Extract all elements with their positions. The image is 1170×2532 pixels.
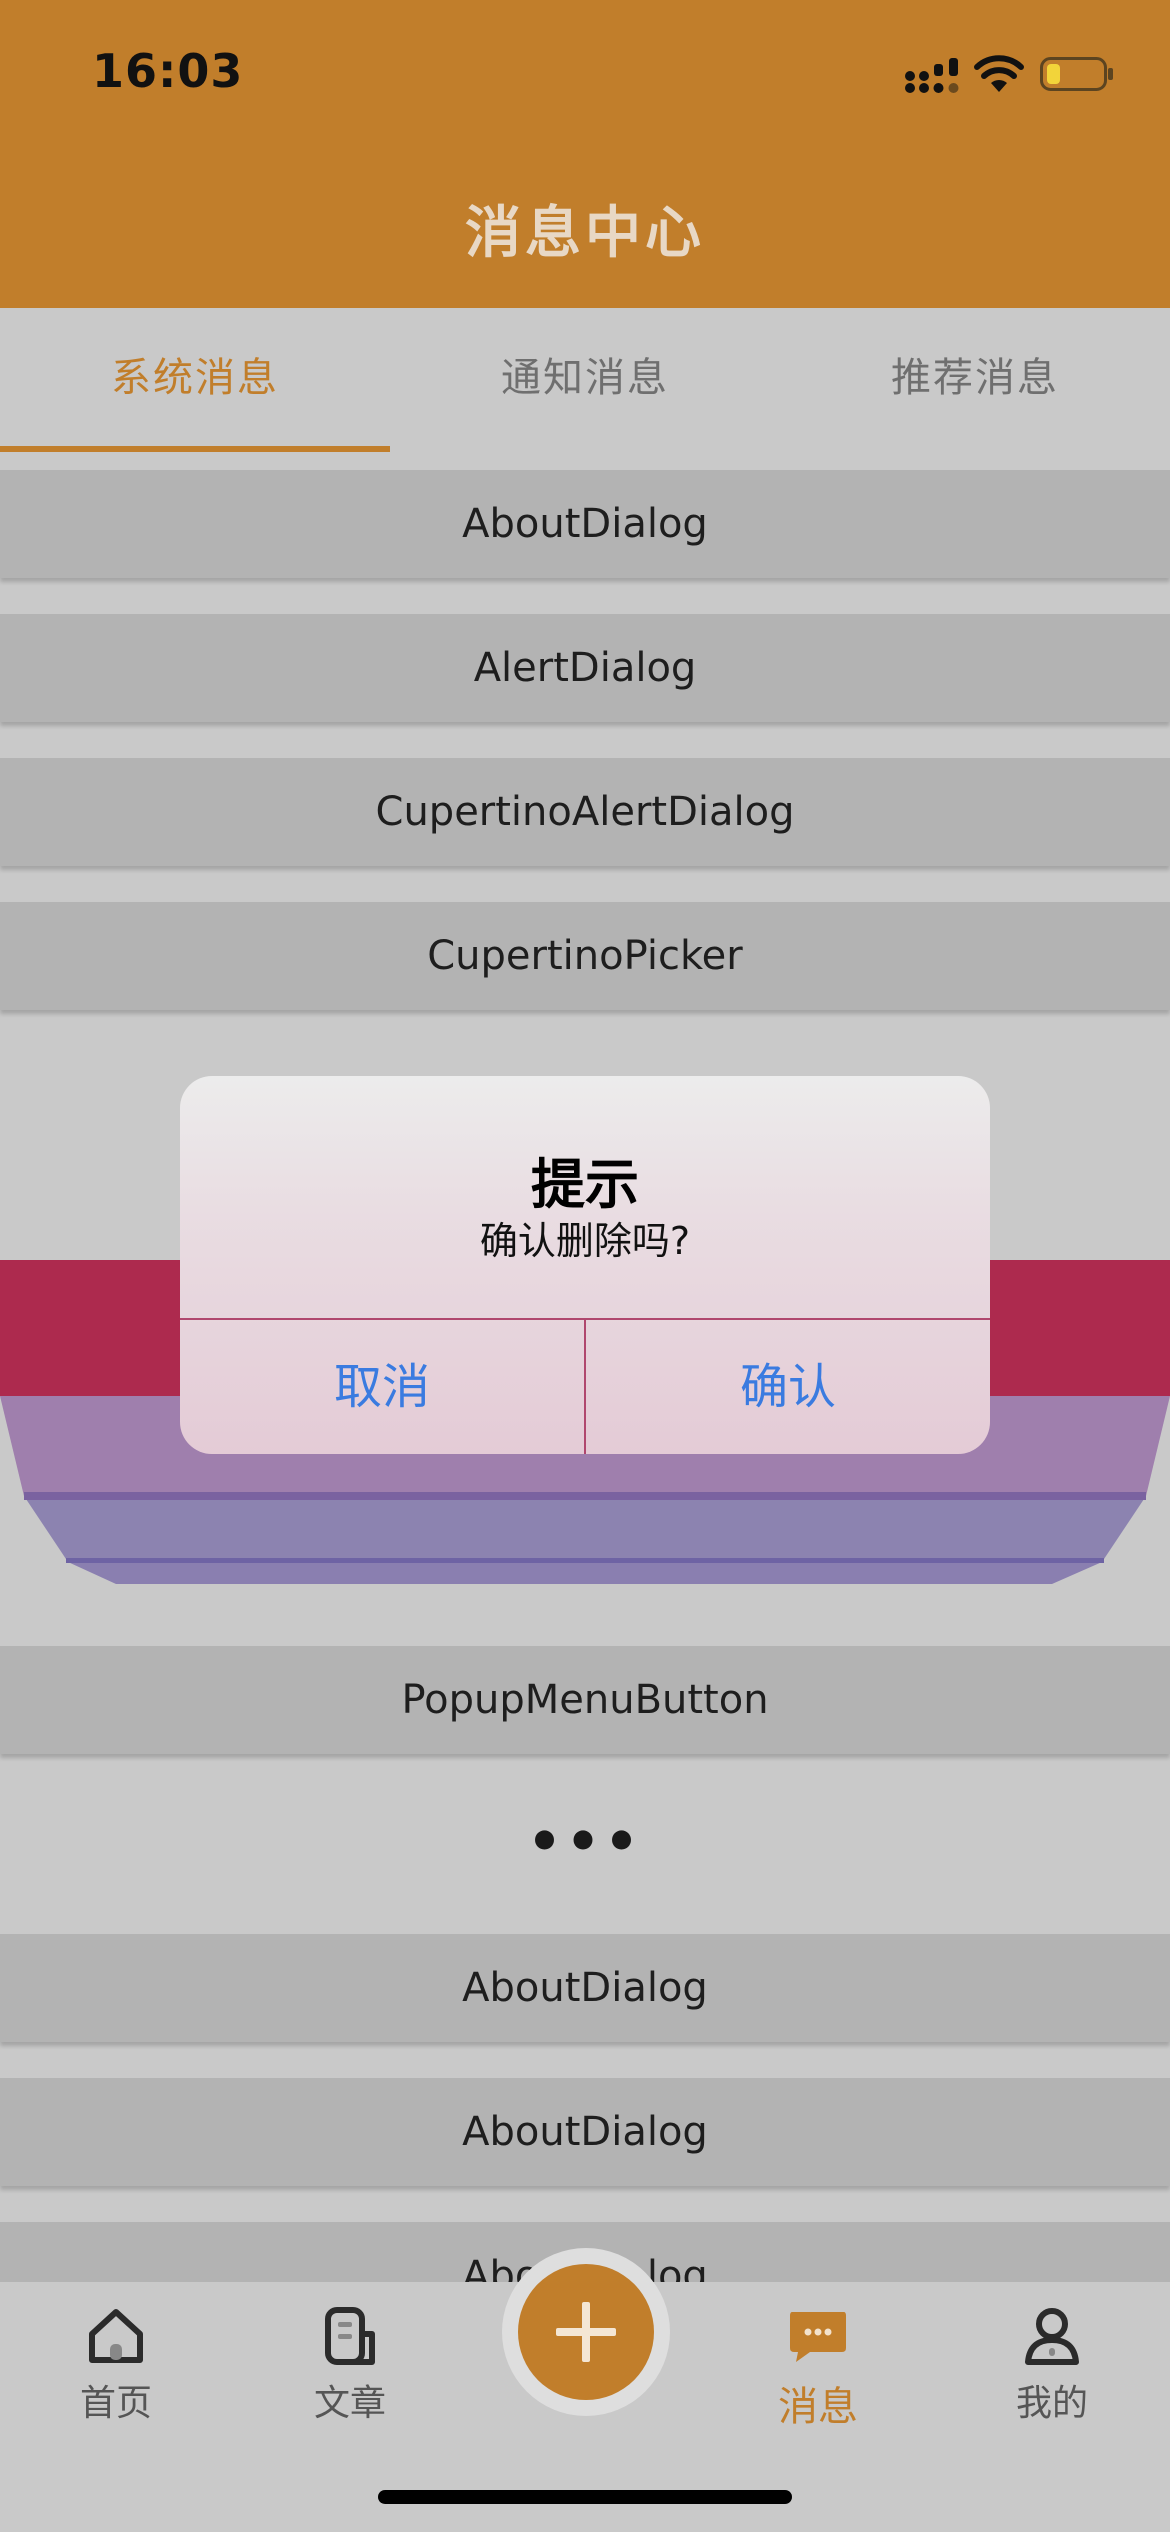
wifi-icon bbox=[974, 55, 1024, 92]
nav-item-profile[interactable]: 我的 bbox=[952, 2304, 1152, 2426]
tab-bar: 系统消息 通知消息 推荐消息 bbox=[0, 308, 1170, 452]
status-bar: 16:03 bbox=[0, 0, 1170, 150]
dialog-title: 提示 bbox=[531, 1153, 639, 1216]
nav-label-home: 首页 bbox=[79, 2383, 152, 2424]
nav-label-messages: 消息 bbox=[778, 2384, 858, 2430]
confirm-button[interactable]: 确认 bbox=[586, 1320, 990, 1454]
signal-icon bbox=[905, 58, 959, 93]
nav-item-home[interactable]: 首页 bbox=[16, 2304, 216, 2426]
about-dialog-button[interactable]: AboutDialog bbox=[0, 1934, 1170, 2042]
add-button[interactable] bbox=[518, 2264, 654, 2400]
page-title: 消息中心 bbox=[465, 201, 705, 266]
plus-icon bbox=[556, 2302, 616, 2362]
status-time: 16:03 bbox=[92, 44, 244, 98]
tab-notification-messages[interactable]: 通知消息 bbox=[390, 308, 780, 452]
message-icon bbox=[790, 2312, 846, 2362]
more-ellipsis: ••• bbox=[527, 1810, 643, 1873]
home-icon bbox=[89, 2309, 143, 2363]
dialog-message: 确认删除吗? bbox=[479, 1219, 691, 1263]
active-tab-indicator bbox=[0, 446, 390, 452]
battery-icon bbox=[1040, 57, 1113, 91]
cupertino-picker-button[interactable]: CupertinoPicker bbox=[0, 902, 1170, 1010]
nav-item-messages[interactable]: 消息 bbox=[718, 2304, 918, 2432]
nav-item-articles[interactable]: 文章 bbox=[250, 2304, 450, 2426]
popup-menu-button[interactable]: PopupMenuButton bbox=[0, 1646, 1170, 1754]
tab-system-messages[interactable]: 系统消息 bbox=[0, 308, 390, 452]
alert-dialog-button[interactable]: AlertDialog bbox=[0, 614, 1170, 722]
cupertino-alert-dialog-button[interactable]: CupertinoAlertDialog bbox=[0, 758, 1170, 866]
profile-icon bbox=[1025, 2308, 1079, 2365]
home-indicator bbox=[378, 2490, 792, 2504]
about-dialog-button[interactable]: AboutDialog bbox=[0, 2078, 1170, 2186]
about-dialog-button[interactable]: AboutDialog bbox=[0, 470, 1170, 578]
nav-label-profile: 我的 bbox=[1015, 2383, 1088, 2424]
cancel-button[interactable]: 取消 bbox=[180, 1320, 584, 1454]
alert-dialog: 提示 确认删除吗? 取消 确认 bbox=[180, 1076, 990, 1454]
article-icon bbox=[325, 2307, 375, 2365]
nav-label-articles: 文章 bbox=[313, 2383, 386, 2424]
tab-recommended-messages[interactable]: 推荐消息 bbox=[780, 308, 1170, 452]
